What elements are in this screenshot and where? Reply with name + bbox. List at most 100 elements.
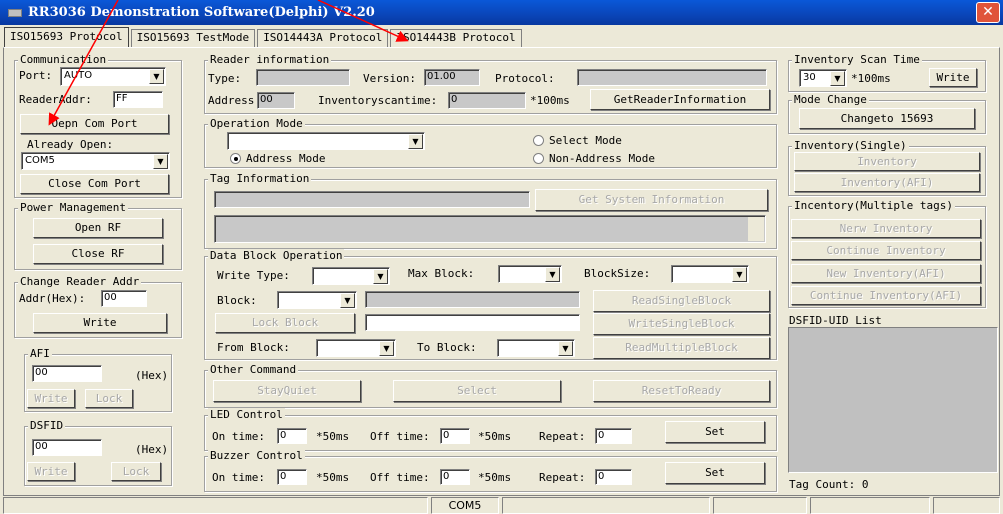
group-legend: Communication bbox=[18, 53, 109, 67]
group-legend: Mode Change bbox=[792, 93, 869, 107]
close-com-port-button[interactable]: Close Com Port bbox=[20, 174, 169, 194]
block-data-read-field bbox=[365, 291, 580, 308]
close-button[interactable]: ✕ bbox=[976, 2, 1000, 23]
buzzer-off-time-input[interactable]: 0 bbox=[440, 469, 470, 485]
max-block-select[interactable]: ▼ bbox=[498, 265, 562, 283]
port-select[interactable]: AUTO ▼ bbox=[60, 67, 166, 86]
select-button[interactable]: Select bbox=[393, 380, 561, 402]
status-panel bbox=[3, 497, 428, 514]
status-bar: COM5 bbox=[3, 497, 1000, 514]
write-addr-button[interactable]: Write bbox=[33, 313, 167, 333]
tab-iso15693-protocol[interactable]: ISO15693 Protocol bbox=[4, 27, 129, 47]
group-legend: LED Control bbox=[208, 408, 285, 422]
addr-hex-input[interactable]: 00 bbox=[101, 290, 147, 307]
dsfid-hex-label: (Hex) bbox=[135, 443, 169, 456]
dsfid-lock-button[interactable]: Lock bbox=[111, 462, 161, 481]
tab-iso14443b-protocol[interactable]: ISO14443B Protocol bbox=[390, 29, 522, 47]
chevron-down-icon[interactable]: ▼ bbox=[373, 269, 388, 284]
to-block-select[interactable]: ▼ bbox=[497, 339, 575, 357]
address-mode-radio[interactable]: Address Mode bbox=[230, 152, 325, 166]
dsfid-uid-list[interactable] bbox=[788, 327, 998, 473]
stay-quiet-button[interactable]: StayQuiet bbox=[213, 380, 361, 402]
inventory-unit-label: *100ms bbox=[530, 94, 570, 107]
reset-to-ready-button[interactable]: ResetToReady bbox=[593, 380, 770, 402]
led-off-time-input[interactable]: 0 bbox=[440, 428, 470, 444]
status-panel bbox=[933, 497, 1000, 514]
tab-iso15693-testmode[interactable]: ISO15693 TestMode bbox=[130, 29, 256, 47]
afi-write-button[interactable]: Write bbox=[27, 389, 75, 408]
buzzer-off-time-label: Off time: bbox=[370, 471, 430, 484]
open-rf-button[interactable]: Open RF bbox=[33, 218, 163, 238]
get-reader-information-button[interactable]: GetReaderInformation bbox=[590, 89, 770, 110]
chevron-down-icon[interactable]: ▼ bbox=[732, 267, 747, 282]
write-single-block-button[interactable]: WriteSingleBlock bbox=[593, 313, 770, 335]
dsfid-input[interactable]: 00 bbox=[32, 439, 102, 456]
chevron-down-icon[interactable]: ▼ bbox=[149, 69, 164, 84]
chevron-down-icon[interactable]: ▼ bbox=[379, 341, 394, 356]
select-mode-radio[interactable]: Select Mode bbox=[533, 134, 622, 148]
to-block-label: To Block: bbox=[417, 341, 477, 354]
block-label: Block: bbox=[217, 294, 257, 307]
buzzer-on-time-input[interactable]: 0 bbox=[277, 469, 307, 485]
operation-mode-group: Operation Mode ▼ Select Mode Address Mod… bbox=[204, 117, 777, 168]
protocol-label: Protocol: bbox=[495, 72, 555, 85]
read-multiple-block-button[interactable]: ReadMultipleBlock bbox=[593, 337, 770, 359]
inventory-button[interactable]: Inventory bbox=[794, 152, 980, 171]
read-single-block-button[interactable]: ReadSingleBlock bbox=[593, 290, 770, 312]
chevron-down-icon[interactable]: ▼ bbox=[830, 71, 845, 86]
status-panel bbox=[713, 497, 807, 514]
non-address-mode-radio[interactable]: Non-Address Mode bbox=[533, 152, 655, 166]
select-mode-label: Select Mode bbox=[549, 134, 622, 147]
open-com-port-button[interactable]: Oepn Com Port bbox=[20, 114, 169, 134]
chevron-down-icon[interactable]: ▼ bbox=[545, 267, 560, 282]
buzzer-repeat-input[interactable]: 0 bbox=[595, 469, 632, 485]
continue-inventory-button[interactable]: Continue Inventory bbox=[791, 241, 981, 260]
chevron-down-icon[interactable]: ▼ bbox=[558, 341, 573, 356]
chevron-down-icon[interactable]: ▼ bbox=[408, 134, 423, 149]
chevron-down-icon[interactable]: ▼ bbox=[340, 293, 355, 308]
group-legend: Power Management bbox=[18, 201, 128, 215]
inventory-scan-time-field: 0 bbox=[448, 92, 526, 109]
block-select[interactable]: ▼ bbox=[277, 291, 357, 309]
from-block-select[interactable]: ▼ bbox=[316, 339, 396, 357]
lock-block-button[interactable]: Lock Block bbox=[215, 313, 355, 333]
block-size-select[interactable]: ▼ bbox=[671, 265, 749, 283]
inventory-scan-time-label: Inventoryscantime: bbox=[318, 94, 438, 107]
continue-inventory-afi-button[interactable]: Continue Inventory(AFI) bbox=[791, 286, 981, 305]
led-on-unit-label: *50ms bbox=[316, 430, 350, 443]
block-data-write-input[interactable] bbox=[365, 314, 580, 331]
tag-count-label: Tag Count: 0 bbox=[789, 478, 869, 491]
title-bar: RR3036 Demonstration Software(Delphi) V2… bbox=[0, 0, 1003, 25]
afi-input[interactable]: 00 bbox=[32, 365, 102, 382]
change-to-15693-button[interactable]: Changeto 15693 bbox=[799, 108, 975, 129]
afi-lock-button[interactable]: Lock bbox=[85, 389, 133, 408]
reader-addr-input[interactable]: FF bbox=[113, 91, 163, 108]
memo-scrollbar[interactable] bbox=[748, 217, 764, 241]
inventory-scan-time-select[interactable]: 30 ▼ bbox=[799, 69, 847, 87]
type-label: Type: bbox=[208, 72, 242, 85]
get-system-information-button[interactable]: Get System Information bbox=[535, 189, 768, 211]
inventory-afi-button[interactable]: Inventory(AFI) bbox=[794, 173, 980, 192]
inventory-scan-write-button[interactable]: Write bbox=[929, 68, 977, 87]
led-on-time-input[interactable]: 0 bbox=[277, 428, 307, 444]
buzzer-set-button[interactable]: Set bbox=[665, 462, 765, 484]
buzzer-repeat-label: Repeat: bbox=[539, 471, 586, 484]
already-open-select[interactable]: COM5 ▼ bbox=[21, 152, 170, 170]
close-rf-button[interactable]: Close RF bbox=[33, 244, 163, 264]
new-inventory-button[interactable]: Nerw Inventory bbox=[791, 219, 981, 238]
led-set-button[interactable]: Set bbox=[665, 421, 765, 443]
inventory-single-group: Inventory(Single) Inventory Inventory(AF… bbox=[788, 139, 986, 196]
new-inventory-afi-button[interactable]: New Inventory(AFI) bbox=[791, 264, 981, 283]
group-legend: Buzzer Control bbox=[208, 449, 305, 463]
address-field: 00 bbox=[257, 92, 295, 109]
operation-mode-select[interactable]: ▼ bbox=[227, 132, 425, 150]
chevron-down-icon[interactable]: ▼ bbox=[153, 154, 168, 169]
group-legend: Reader information bbox=[208, 53, 332, 67]
led-on-time-label: On time: bbox=[212, 430, 265, 443]
write-type-select[interactable]: ▼ bbox=[312, 267, 390, 285]
tab-iso14443a-protocol[interactable]: ISO14443A Protocol bbox=[257, 29, 389, 47]
address-mode-label: Address Mode bbox=[246, 152, 326, 165]
led-repeat-input[interactable]: 0 bbox=[595, 428, 632, 444]
dsfid-write-button[interactable]: Write bbox=[27, 462, 75, 481]
other-command-group: Other Command StayQuiet Select ResetToRe… bbox=[204, 363, 777, 408]
